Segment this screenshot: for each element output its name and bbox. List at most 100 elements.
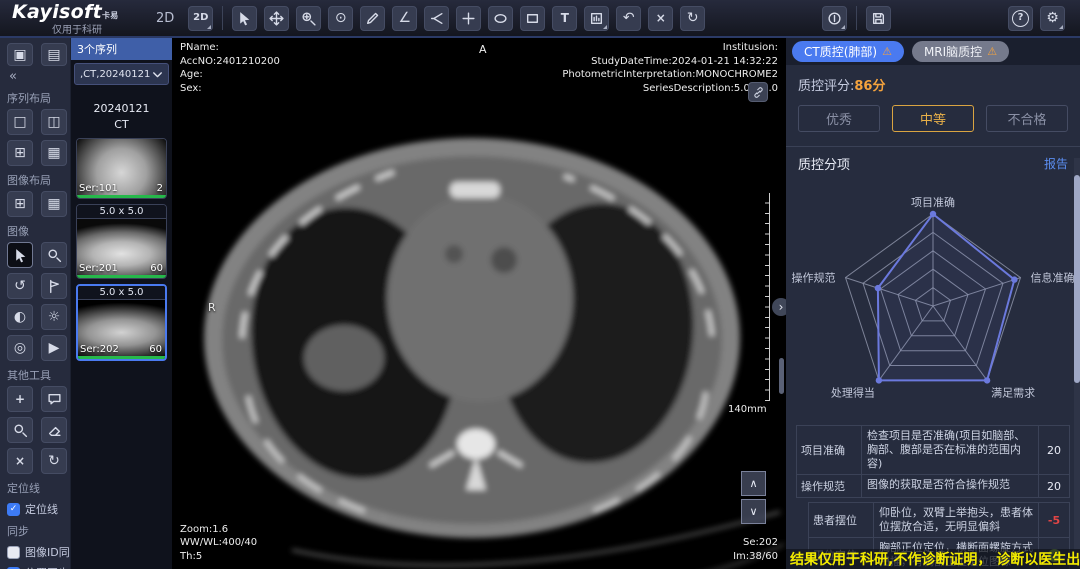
top-toolbar: Kayisoft卡易 仅用于科研 2D 2D⊙∠T↶×↻ ?⚙ xyxy=(0,0,1080,38)
mode-2d-label: 2D xyxy=(156,11,174,26)
scale-ruler xyxy=(763,193,770,401)
angle-tool-button[interactable]: ∠ xyxy=(392,6,417,31)
patient-info-overlay: PName:AccNO:2401210200Age:Sex: xyxy=(180,41,280,95)
link-series-button[interactable] xyxy=(748,82,768,102)
prompt-info-button[interactable] xyxy=(822,6,847,31)
window-level-tool-icon: ⊙ xyxy=(335,11,347,25)
cursor-tool-button[interactable] xyxy=(232,6,257,31)
qc-tab[interactable]: CT质控(肺部)⚠ xyxy=(792,41,904,62)
orientation-anterior: A xyxy=(479,43,487,57)
qc-row-desc: 仰卧位，双臂上举抱头，患者体位摆放合适，无明显偏斜 xyxy=(874,503,1038,537)
qc-table: 项目准确检查项目是否准确(项目如脑部、胸部、腹部是否在标准的范围内容)20操作规… xyxy=(796,425,1070,498)
settings-icon: ⚙ xyxy=(1046,11,1059,25)
logo-subtitle: 仅用于科研 xyxy=(52,21,102,36)
toolbar-separator xyxy=(222,6,223,30)
report-panel-icon: ▤ xyxy=(47,48,60,62)
other-reset-button[interactable]: ↻ xyxy=(41,448,67,474)
thumbnail-series-number: Ser:201 xyxy=(79,263,118,274)
panel-scrollbar[interactable] xyxy=(1074,175,1080,383)
pan-tool-icon xyxy=(269,11,284,26)
study-dropdown[interactable]: ,CT,20240121 xyxy=(74,63,169,85)
thumbnail-image: Ser:20160 xyxy=(77,219,166,275)
other-delete-button[interactable]: × xyxy=(7,448,33,474)
checkbox-unchecked[interactable] xyxy=(7,546,20,559)
cobb-angle-tool-button[interactable] xyxy=(424,6,449,31)
grade-button[interactable]: 中等 xyxy=(892,105,974,132)
image-viewport[interactable]: PName:AccNO:2401210200Age:Sex: A Institu… xyxy=(172,38,786,569)
image-layout-3x3-button[interactable]: ▦ xyxy=(41,191,67,217)
ellipse-tool-button[interactable] xyxy=(488,6,513,31)
other-add-button[interactable]: + xyxy=(7,386,33,412)
crosshair-tool-button[interactable] xyxy=(456,6,481,31)
grade-button[interactable]: 不合格 xyxy=(986,105,1068,132)
collapse-sidebar-button[interactable]: « xyxy=(9,69,70,84)
settings-button[interactable]: ⚙ xyxy=(1040,6,1065,31)
section-label: 图像布局 xyxy=(7,172,70,188)
image-cursor-button[interactable] xyxy=(7,242,33,268)
series-thumbnail[interactable]: Ser:1012 xyxy=(76,138,167,199)
scroll-down-button[interactable]: ∨ xyxy=(741,499,766,524)
series-panel: 3个序列 ,CT,20240121 20240121 CT Ser:10125.… xyxy=(70,38,172,569)
svg-text:项目准确: 项目准确 xyxy=(911,196,955,209)
series-layout-3x3-button[interactable]: ▦ xyxy=(41,140,67,166)
thumbnail-panel-button[interactable]: ▣ xyxy=(7,43,33,66)
measure-line-tool-button[interactable] xyxy=(360,6,385,31)
pan-tool-button[interactable] xyxy=(264,6,289,31)
series-layout-1x2-button[interactable]: ◫ xyxy=(41,109,67,135)
warning-icon: ⚠ xyxy=(882,46,892,57)
grade-button[interactable]: 优秀 xyxy=(798,105,880,132)
expand-panel-handle[interactable]: › xyxy=(772,298,786,316)
delete-tool-button[interactable]: × xyxy=(648,6,673,31)
image-layout-2x2-button[interactable]: ⊞ xyxy=(7,191,33,217)
zoom-tool-button[interactable] xyxy=(296,6,321,31)
study-date: 20240121 xyxy=(71,101,172,117)
report-link[interactable]: 报告 xyxy=(1044,155,1068,172)
image-brightness-button[interactable]: ☼ xyxy=(41,304,67,330)
help-button[interactable]: ? xyxy=(1008,6,1033,31)
image-scroll-icon xyxy=(47,279,62,294)
qc-row-label: 操作规范 xyxy=(797,475,862,497)
qc-score-label: 质控评分: xyxy=(798,79,854,94)
other-eraser-button[interactable] xyxy=(41,417,67,443)
image-cine-play-button[interactable]: ▶ xyxy=(41,335,67,361)
image-zoom-icon xyxy=(47,248,62,263)
qc-row-score: 20 xyxy=(1038,426,1069,474)
image-zoom-button[interactable] xyxy=(41,242,67,268)
save-button[interactable] xyxy=(866,6,891,31)
toolbar-separator xyxy=(856,6,857,30)
thumbnail-image-count: 60 xyxy=(149,344,162,355)
tool-grid: □ ◫ ⊞ ▦ xyxy=(7,109,70,166)
image-invert-button[interactable]: ◐ xyxy=(7,304,33,330)
study-label: 20240121 CT xyxy=(71,101,172,133)
image-scroll-button[interactable] xyxy=(41,273,67,299)
thumbnail-list: Ser:10125.0 x 5.0Ser:201605.0 x 5.0Ser:2… xyxy=(71,138,172,361)
series-layout-2x2-button[interactable]: ⊞ xyxy=(7,140,33,166)
other-magnifier-button[interactable] xyxy=(7,417,33,443)
overlay-line: AccNO:2401210200 xyxy=(180,55,280,69)
series-thumbnail[interactable]: 5.0 x 5.0Ser:20160 xyxy=(76,204,167,279)
2d-mode-button[interactable]: 2D xyxy=(188,6,213,31)
image-target-button[interactable]: ◎ xyxy=(7,335,33,361)
image-layout-3x3-icon: ▦ xyxy=(47,197,60,211)
viewport-scrollbar[interactable] xyxy=(779,358,784,394)
qc-tab[interactable]: MRI脑质控⚠ xyxy=(912,41,1009,62)
qc-table-row: 患者摆位仰卧位，双臂上举抱头，患者体位摆放合适，无明显偏斜-5 xyxy=(808,502,1070,538)
slice-info-overlay: Se:202Im:38/60 xyxy=(733,536,778,563)
qc-section-header: 质控分项 报告 xyxy=(786,147,1080,173)
image-info-tool-button[interactable] xyxy=(584,6,609,31)
window-level-tool-button[interactable]: ⊙ xyxy=(328,6,353,31)
overlay-line: Se:202 xyxy=(733,536,778,550)
series-layout-1x1-button[interactable]: □ xyxy=(7,109,33,135)
checkbox-checked[interactable]: ✓ xyxy=(7,503,20,516)
series-thumbnail[interactable]: 5.0 x 5.0Ser:20260 xyxy=(76,284,167,361)
report-panel-button[interactable]: ▤ xyxy=(41,43,67,66)
qc-row-score: 20 xyxy=(1038,475,1069,497)
section-label: 图像 xyxy=(7,223,70,239)
undo-tool-button[interactable]: ↶ xyxy=(616,6,641,31)
scroll-up-button[interactable]: ∧ xyxy=(741,471,766,496)
rectangle-tool-button[interactable] xyxy=(520,6,545,31)
image-rotate-button[interactable]: ↺ xyxy=(7,273,33,299)
other-comment-button[interactable] xyxy=(41,386,67,412)
reset-tool-button[interactable]: ↻ xyxy=(680,6,705,31)
text-tool-button[interactable]: T xyxy=(552,6,577,31)
